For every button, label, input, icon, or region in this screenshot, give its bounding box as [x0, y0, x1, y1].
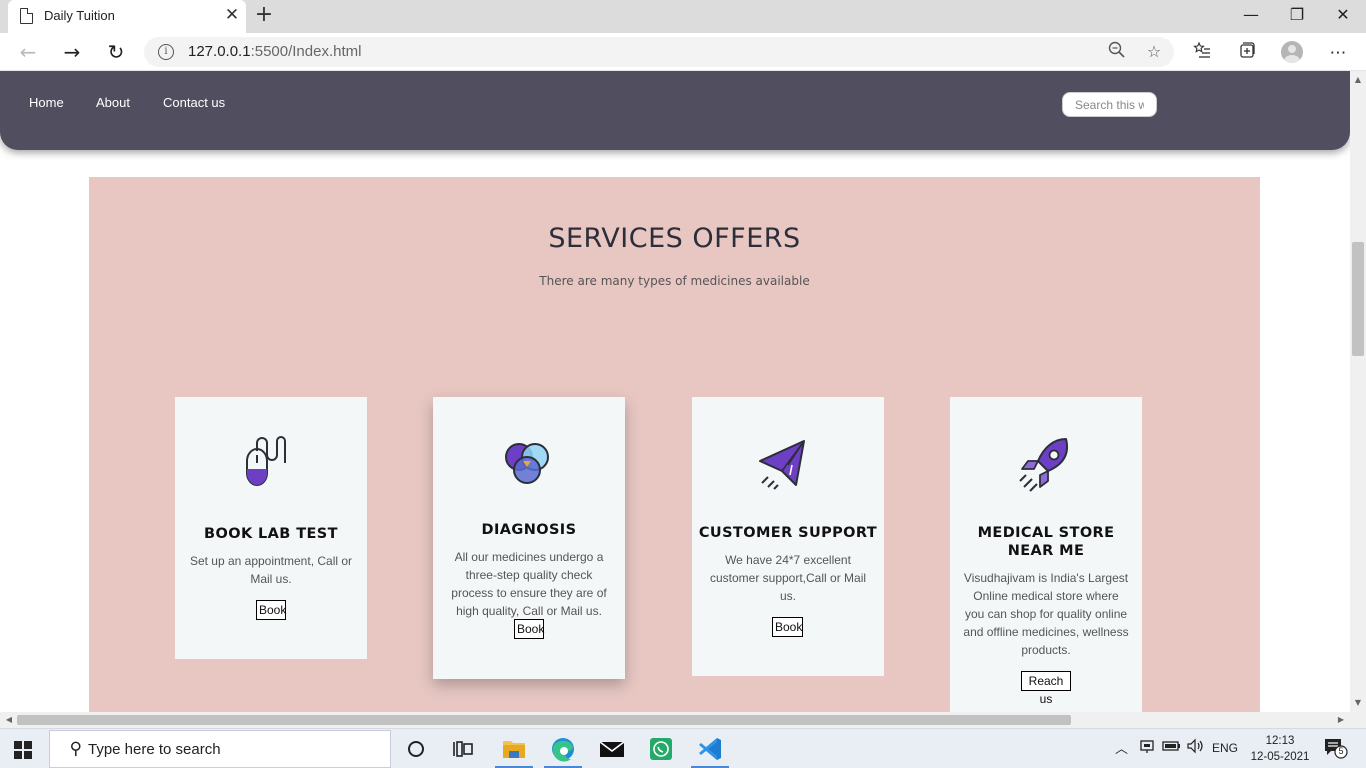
url-text[interactable]: 127.0.0.1:5500/Index.html [188, 43, 361, 60]
horizontal-scrollbar[interactable]: ◀ ▶ [0, 712, 1350, 728]
services-section: SERVICES OFFERS There are many types of … [89, 177, 1260, 712]
page-icon [20, 8, 33, 24]
site-info-icon[interactable]: i [158, 44, 174, 60]
more-menu-icon[interactable]: ⋯ [1325, 41, 1351, 65]
mouse-icon [246, 436, 286, 486]
page-viewport: Home About Contact us SERVICES OFFERS Th… [0, 71, 1350, 712]
service-card-customer-support: CUSTOMER SUPPORT We have 24*7 excellent … [692, 397, 884, 676]
new-tab-icon[interactable]: + [254, 3, 274, 27]
profile-avatar[interactable] [1281, 41, 1303, 63]
clock-time: 12:13 [1265, 735, 1295, 747]
book-button[interactable]: Book [514, 619, 544, 639]
whatsapp-icon[interactable] [638, 729, 684, 768]
windows-start-icon[interactable] [14, 741, 32, 759]
site-search-input[interactable] [1062, 92, 1157, 117]
cortana-icon[interactable] [393, 729, 439, 768]
file-explorer-icon[interactable] [491, 729, 537, 768]
notification-count: 5 [1338, 746, 1344, 756]
browser-tab[interactable]: Daily Tuition ✕ [8, 0, 246, 33]
vertical-scroll-thumb[interactable] [1352, 242, 1364, 356]
service-card-lab-test: BOOK LAB TEST Set up an appointment, Cal… [175, 397, 367, 659]
forward-icon[interactable]: → [58, 39, 86, 65]
battery-icon[interactable] [1162, 737, 1182, 758]
restore-icon[interactable]: ❐ [1274, 0, 1320, 31]
address-toolbar: ← → ↻ i 127.0.0.1:5500/Index.html ☆ ⋯ [0, 33, 1366, 71]
horizontal-scroll-thumb[interactable] [17, 715, 1071, 725]
close-tab-icon[interactable]: ✕ [222, 5, 242, 25]
close-window-icon[interactable]: ✕ [1320, 0, 1366, 31]
zoom-icon[interactable] [1106, 41, 1128, 63]
mail-icon[interactable] [589, 729, 635, 768]
address-bar[interactable]: i 127.0.0.1:5500/Index.html ☆ [144, 37, 1174, 67]
clock-date: 12-05-2021 [1250, 751, 1310, 763]
scroll-right-icon[interactable]: ▶ [1334, 712, 1348, 728]
minimize-icon[interactable]: — [1228, 0, 1274, 31]
card-text: Visudhajivam is India's Largest Online m… [963, 571, 1129, 657]
scroll-down-icon[interactable]: ▼ [1350, 696, 1366, 710]
card-text: All our medicines undergo a three-step q… [451, 550, 607, 618]
scroll-up-icon[interactable]: ▲ [1350, 73, 1366, 87]
venn-circles-icon [505, 443, 549, 484]
card-title: BOOK LAB TEST [204, 526, 338, 542]
browser-tab-bar: Daily Tuition ✕ + — ❐ ✕ [0, 0, 1366, 33]
card-title: CUSTOMER SUPPORT [698, 525, 878, 541]
scroll-corner [1350, 712, 1366, 728]
nav-contact-link[interactable]: Contact us [163, 95, 225, 110]
book-button[interactable]: Book [772, 617, 803, 637]
edge-browser-icon[interactable] [540, 729, 586, 768]
windows-taskbar: ⚲ Type here to search ︿ ENG 12:13 12-05-… [0, 728, 1366, 768]
favorite-star-icon[interactable]: ☆ [1143, 41, 1165, 63]
services-title: SERVICES OFFERS [548, 223, 801, 254]
refresh-icon[interactable]: ↻ [102, 39, 130, 65]
collections-icon[interactable] [1234, 41, 1260, 65]
vscode-icon[interactable] [687, 729, 733, 768]
site-navbar: Home About Contact us [0, 71, 1350, 150]
back-icon[interactable]: ← [14, 39, 42, 65]
rocket-icon [1019, 438, 1068, 492]
vertical-scrollbar[interactable]: ▲ ▼ [1350, 71, 1366, 712]
card-text: Set up an appointment, Call or Mail us. [189, 554, 353, 586]
services-subtitle: There are many types of medicines availa… [539, 274, 810, 288]
favorites-list-icon[interactable] [1189, 41, 1215, 65]
nav-about-link[interactable]: About [96, 95, 130, 110]
card-title: MEDICAL STORE NEAR ME [977, 525, 1115, 559]
taskbar-search-box[interactable]: ⚲ Type here to search [49, 730, 391, 768]
tab-title: Daily Tuition [44, 8, 115, 23]
clock[interactable]: 12:13 12-05-2021 [1250, 733, 1310, 765]
paper-plane-icon [759, 440, 805, 490]
service-card-diagnosis: DIAGNOSIS All our medicines undergo a th… [433, 397, 625, 679]
search-icon: ⚲ [69, 739, 82, 759]
card-text: We have 24*7 excellent customer support,… [709, 553, 867, 603]
task-view-icon[interactable] [440, 729, 486, 768]
service-card-medical-store: MEDICAL STORE NEAR ME Visudhajivam is In… [950, 397, 1142, 712]
nav-home-link[interactable]: Home [29, 95, 64, 110]
tray-expand-icon[interactable]: ︿ [1115, 738, 1128, 757]
scroll-left-icon[interactable]: ◀ [2, 712, 16, 728]
book-button[interactable]: Book [256, 600, 286, 620]
volume-icon[interactable] [1186, 737, 1206, 758]
reach-us-button[interactable]: Reach us [1021, 671, 1071, 706]
card-title: DIAGNOSIS [481, 522, 577, 538]
taskbar-search-text: Type here to search [88, 741, 221, 758]
language-indicator[interactable]: ENG [1212, 741, 1238, 755]
network-icon[interactable] [1139, 737, 1155, 758]
